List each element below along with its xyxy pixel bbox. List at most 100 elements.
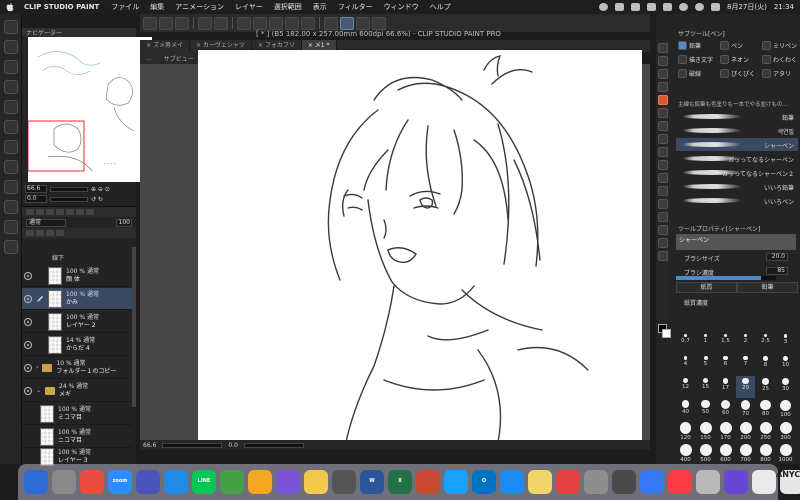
- brush-size-option[interactable]: 30: [776, 376, 795, 398]
- brush-size-option[interactable]: 500: [696, 442, 715, 464]
- tool-selection-icon[interactable]: [658, 82, 668, 92]
- tool-icon-5[interactable]: [4, 100, 18, 114]
- chrome-icon[interactable]: [80, 470, 104, 494]
- tool-operation-icon[interactable]: [658, 69, 668, 79]
- drawing-canvas[interactable]: [198, 50, 642, 442]
- tasks-icon[interactable]: [724, 470, 748, 494]
- music-icon[interactable]: [668, 470, 692, 494]
- layer-tool-icon[interactable]: [36, 209, 44, 215]
- app-menu[interactable]: CLIP STUDIO PAINT: [24, 3, 99, 11]
- brush-size-option[interactable]: 250: [756, 420, 775, 442]
- brush-size-option[interactable]: 60: [716, 398, 735, 420]
- terminal-icon[interactable]: [696, 470, 720, 494]
- layer-row[interactable]: 100 % 通常 レイヤー 2: [22, 311, 132, 333]
- layer-row[interactable]: 100 % 通常顔 体: [22, 265, 132, 287]
- excel-icon[interactable]: X: [388, 470, 412, 494]
- brush-size-option[interactable]: 400: [676, 442, 695, 464]
- search-icon[interactable]: [694, 3, 704, 11]
- brush-item[interactable]: いいろ鉛筆: [676, 180, 798, 193]
- tool-icon-10[interactable]: [4, 200, 18, 214]
- invert-selection-icon[interactable]: [301, 16, 315, 30]
- tool-icon-6[interactable]: [4, 120, 18, 134]
- brush-size-option[interactable]: 10: [776, 354, 795, 376]
- zoom-icons[interactable]: ⊕ ⊖ ⊙: [91, 186, 110, 193]
- brush-item[interactable]: ガッってなるシャーペン２: [676, 166, 798, 179]
- subtool-tab-pikupiku[interactable]: ぴくぴく: [720, 68, 755, 79]
- menu-file[interactable]: ファイル: [111, 2, 139, 12]
- brush-size-option[interactable]: 600: [716, 442, 735, 464]
- brush-size-option[interactable]: 3: [776, 332, 795, 354]
- subtool-tab-lettering[interactable]: 描き文字: [678, 54, 713, 65]
- brush-size-option[interactable]: 100: [776, 398, 795, 420]
- settings-icon[interactable]: [584, 470, 608, 494]
- menubar-date[interactable]: 8月27日(火): [727, 2, 767, 12]
- layer-opacity-field[interactable]: 100: [116, 218, 132, 227]
- undo-icon[interactable]: [198, 16, 212, 30]
- navigator-rotation-value[interactable]: 0.0: [25, 195, 47, 203]
- navigator-zoom-value[interactable]: 66.6: [25, 185, 47, 193]
- preview-icon[interactable]: [640, 470, 664, 494]
- voice-memo-icon[interactable]: [556, 470, 580, 494]
- pen-icon[interactable]: [332, 470, 356, 494]
- layer-tool-icon[interactable]: [66, 209, 74, 215]
- navigator-zoom-slider[interactable]: [50, 186, 88, 192]
- tool-pen-icon[interactable]: [658, 95, 668, 105]
- sub-tab-subview[interactable]: サブビュー: [158, 54, 200, 63]
- menubar-time[interactable]: 21:34: [774, 3, 794, 11]
- layer-row[interactable]: 100 % 通常 レイヤー 3: [22, 447, 132, 466]
- brush-size-option[interactable]: 120: [676, 420, 695, 442]
- appstore-icon[interactable]: [500, 470, 524, 494]
- doc-tab[interactable]: × ズメ男メイ: [140, 40, 190, 52]
- eye-icon[interactable]: [24, 271, 32, 280]
- teams-icon[interactable]: [136, 470, 160, 494]
- subtool-tab-wakuwaku[interactable]: わくわく: [762, 54, 797, 65]
- sub-tab-more[interactable]: ...: [140, 55, 158, 62]
- folder-expand-icon[interactable]: ›: [36, 364, 38, 371]
- brush-size-option[interactable]: 17: [716, 376, 735, 398]
- tool-icon-9[interactable]: [4, 180, 18, 194]
- tool-blend-icon[interactable]: [658, 134, 668, 144]
- snap-special-icon[interactable]: [372, 16, 386, 30]
- tool-fill-icon[interactable]: [658, 147, 668, 157]
- brush-item-selected[interactable]: シャーペン: [676, 138, 798, 151]
- brush-size-option[interactable]: 20: [736, 376, 755, 398]
- dropbox-icon[interactable]: [646, 3, 656, 11]
- finder-icon[interactable]: [24, 470, 48, 494]
- brush-size-option[interactable]: 25: [756, 376, 775, 398]
- brush-size-option[interactable]: 4: [676, 354, 695, 376]
- subtool-tab-pencil[interactable]: 鉛筆: [678, 40, 701, 51]
- notes-icon[interactable]: [304, 470, 328, 494]
- status-app-icon[interactable]: [598, 3, 608, 11]
- pencil-tab[interactable]: 鉛筆: [737, 282, 798, 293]
- snap-icon[interactable]: [324, 16, 338, 30]
- brush-item[interactable]: いいろペン: [676, 194, 798, 207]
- brush-size-option[interactable]: 15: [696, 376, 715, 398]
- brush-item[interactable]: 색연필: [676, 124, 798, 137]
- brush-size-option[interactable]: 0.7: [676, 332, 695, 354]
- snap-grid-icon[interactable]: [356, 16, 370, 30]
- eye-icon[interactable]: [24, 363, 32, 372]
- brush-size-option[interactable]: 40: [676, 398, 695, 420]
- zoom-icon[interactable]: zoom: [108, 470, 132, 494]
- subtool-tab-atari[interactable]: アタリ: [762, 68, 791, 79]
- eye-icon[interactable]: [24, 386, 32, 395]
- safari-icon[interactable]: [444, 470, 468, 494]
- blend-mode-select[interactable]: 通常: [26, 218, 66, 227]
- tool-icon-12[interactable]: [4, 240, 18, 254]
- tool-text-icon[interactable]: [658, 212, 668, 222]
- save-icon[interactable]: [175, 16, 189, 30]
- menu-window[interactable]: ウィンドウ: [384, 2, 419, 12]
- tool-balloon-icon[interactable]: [658, 225, 668, 235]
- brush-size-option[interactable]: 50: [696, 398, 715, 420]
- brush-size-field[interactable]: 20.0: [766, 253, 788, 261]
- tool-eraser-icon[interactable]: [658, 121, 668, 131]
- brush-size-option[interactable]: 1.5: [716, 332, 735, 354]
- layer-tool-icon[interactable]: [56, 230, 64, 236]
- subtool-tab-millipen[interactable]: ミリペン: [762, 40, 797, 51]
- clear-icon[interactable]: [237, 16, 251, 30]
- tool-icon-4[interactable]: [4, 80, 18, 94]
- tool-figure-icon[interactable]: [658, 173, 668, 183]
- status-rotation[interactable]: 0.0: [228, 442, 238, 449]
- menu-edit[interactable]: 編集: [150, 2, 164, 12]
- layer-folder-row[interactable]: ⌄ 24 % 通常 メギ: [22, 380, 132, 402]
